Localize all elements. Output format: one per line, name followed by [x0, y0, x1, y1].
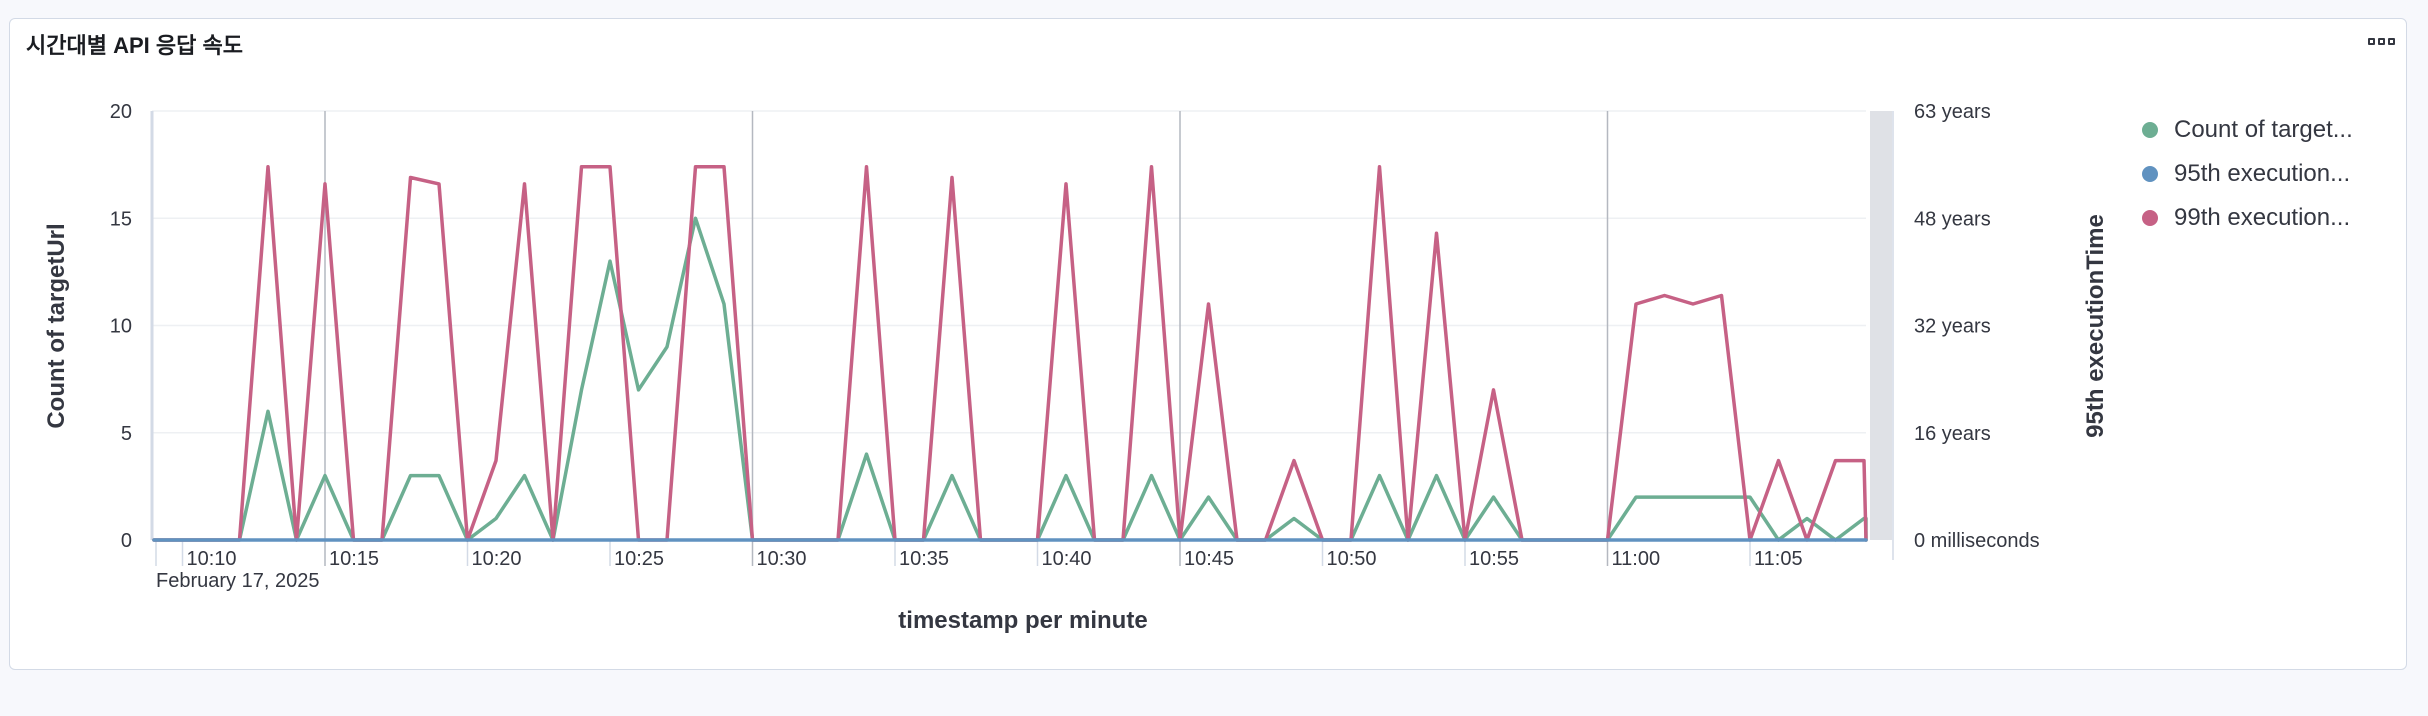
options-icon: [2367, 37, 2375, 45]
legend-dot-p99: [2142, 210, 2158, 226]
legend-dot-count: [2142, 122, 2158, 138]
panel-title: 시간대별 API 응답 속도: [26, 33, 243, 58]
legend-label-p99: 99th execution...: [2174, 204, 2351, 231]
legend-label-p95: 95th execution...: [2174, 160, 2351, 187]
legend-item-p95[interactable]: 95th execution...: [2142, 152, 2353, 196]
legend-label-count: Count of target...: [2174, 116, 2353, 143]
options-icon-dot-3: [2387, 37, 2395, 45]
legend-item-count[interactable]: Count of target...: [2142, 108, 2353, 152]
legend-dot-p95: [2142, 166, 2158, 182]
options-icon-dot-2: [2377, 37, 2385, 45]
chart-panel: [9, 18, 2407, 670]
legend-item-p99[interactable]: 99th execution...: [2142, 196, 2353, 240]
legend: Count of target... 95th execution... 99t…: [2142, 108, 2353, 240]
panel-options-button[interactable]: [2359, 26, 2403, 56]
